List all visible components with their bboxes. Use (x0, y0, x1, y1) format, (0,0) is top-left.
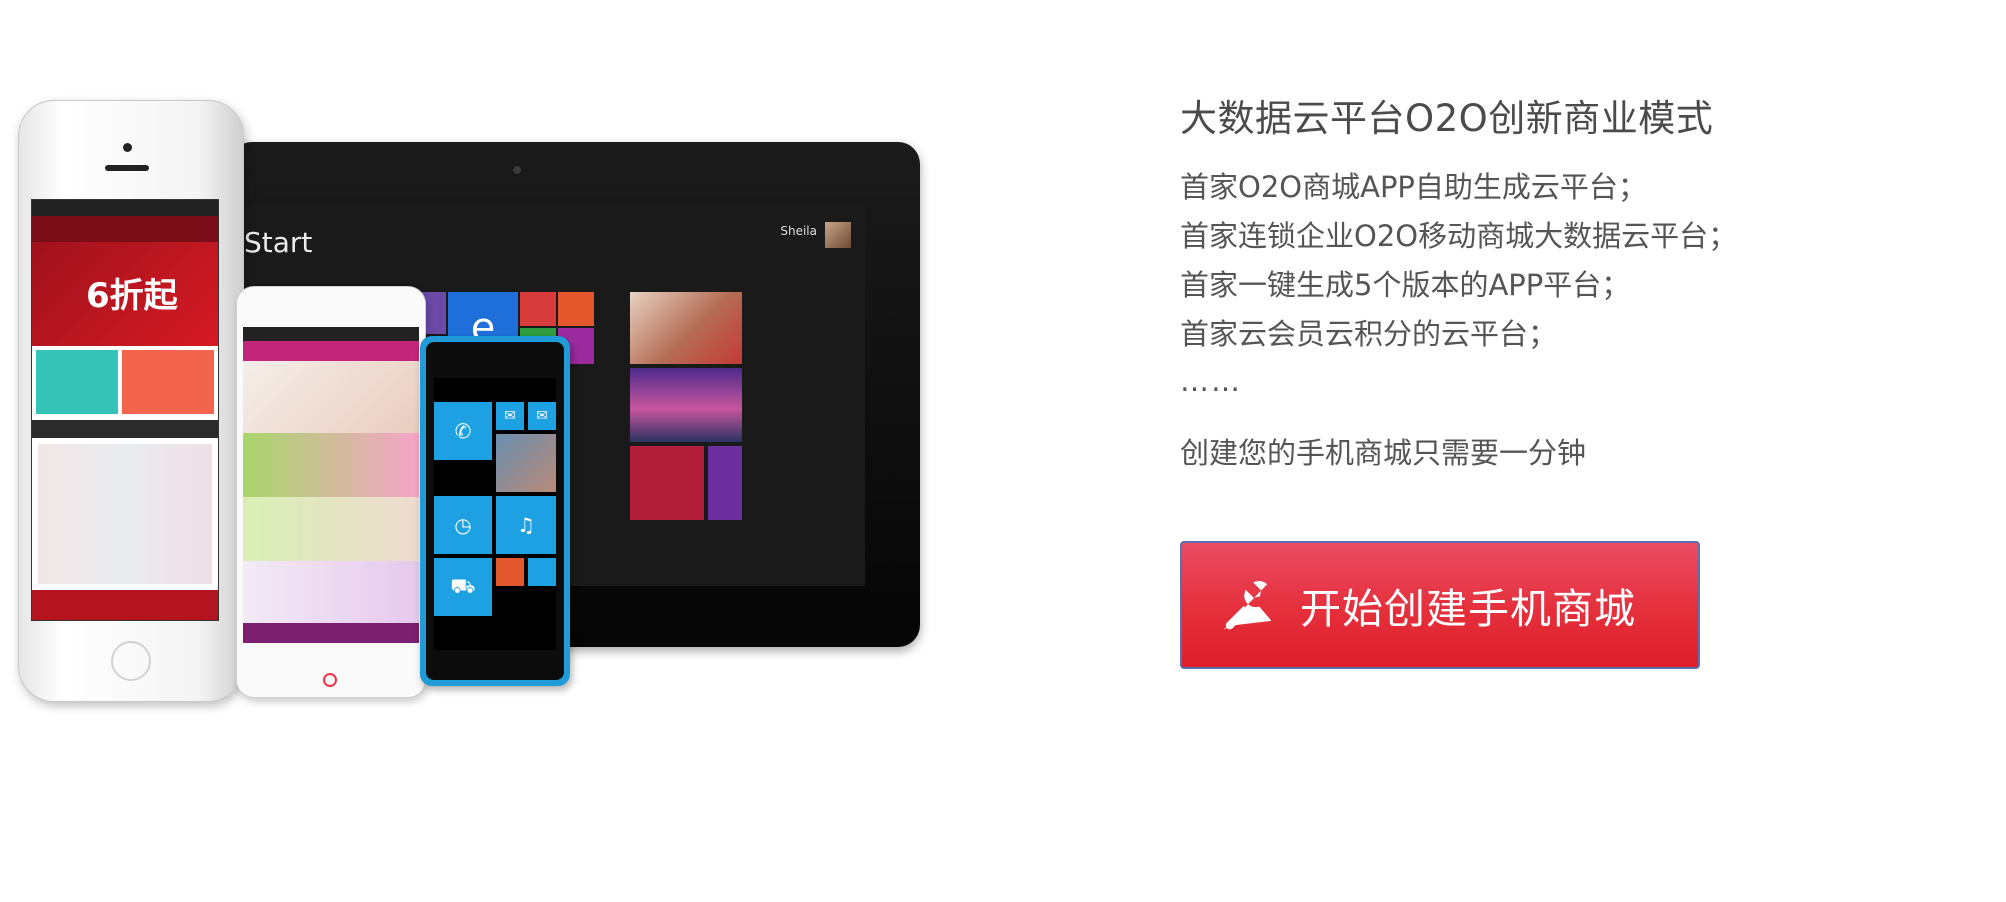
bottom-nav (32, 590, 218, 620)
product-grid (38, 444, 212, 584)
android-phone-device (236, 286, 426, 698)
app-header (32, 216, 218, 242)
create-store-button[interactable]: 开始创建手机商城 (1180, 541, 1700, 669)
banner-cosmetics (243, 361, 419, 433)
banner-model (243, 497, 419, 561)
promo-banner-text: 6折起 (86, 276, 178, 316)
android-bottom-nav (243, 623, 419, 643)
home-button (111, 641, 151, 681)
office-tile (496, 558, 524, 586)
nokia-screen: ✆ ✉ ✉ ◷ ♫ ⛟ (434, 378, 556, 650)
android-status-bar (243, 327, 419, 341)
feature-tile-orange (122, 350, 214, 414)
phone-speaker (105, 165, 149, 171)
phone-tile-icon: ✆ (434, 402, 492, 460)
feature-tile-teal (36, 350, 118, 414)
banner-makeup (243, 433, 419, 497)
create-store-button-label: 开始创建手机商城 (1300, 585, 1636, 633)
clock-tile-icon: ◷ (434, 496, 492, 554)
feature-list: 首家O2O商城APP自助生成云平台； 首家连锁企业O2O移动商城大数据云平台； … (1180, 163, 1737, 359)
nokia-body: ✆ ✉ ✉ ◷ ♫ ⛟ (426, 342, 564, 680)
tile-orange-1 (558, 292, 594, 326)
people-tile (496, 434, 556, 492)
android-screen (243, 327, 419, 643)
hero-title: 大数据云平台O2O创新商业模式 (1180, 97, 1714, 140)
tile-health (708, 446, 742, 520)
status-bar (32, 200, 218, 216)
feature-ellipsis: …… (1180, 364, 1242, 398)
tile-red-1 (520, 292, 556, 326)
android-home-indicator (323, 673, 337, 687)
feature-item: 首家云会员云积分的云平台； (1180, 317, 1558, 351)
tile-photo-city (630, 368, 742, 442)
iphone-device: 6折起 (18, 100, 244, 702)
music-tile-icon: ♫ (496, 496, 556, 554)
message-tile-icon: ✉ (496, 402, 524, 430)
feature-item: 首家O2O商城APP自助生成云平台； (1180, 170, 1647, 204)
feature-item: 首家连锁企业O2O移动商城大数据云平台； (1180, 219, 1738, 253)
devices-illustration: Start Sheila 9 e (0, 0, 960, 720)
tile-reading (630, 446, 704, 520)
section-bar (32, 420, 218, 438)
phone-camera (123, 143, 132, 152)
banner-lavender (243, 561, 419, 623)
nokia-phone-device: ✆ ✉ ✉ ◷ ♫ ⛟ (420, 336, 570, 686)
grid-tile (528, 558, 556, 586)
tablet-camera (513, 166, 521, 174)
tile-photo-kids (630, 292, 742, 364)
hero-tagline: 创建您的手机商城只需要一分钟 (1180, 436, 1587, 470)
tablet-start-title: Start (244, 226, 313, 259)
android-header (243, 341, 419, 361)
promo-banner: 6折起 (32, 242, 218, 346)
iphone-screen: 6折起 (31, 199, 219, 621)
mail-tile-icon: ✉ (528, 402, 556, 430)
car-tile-icon: ⛟ (434, 558, 492, 616)
tablet-user-name: Sheila (780, 224, 817, 238)
wrench-icon (1223, 580, 1272, 630)
user-avatar (825, 222, 851, 248)
feature-item: 首家一键生成5个版本的APP平台； (1180, 268, 1631, 302)
